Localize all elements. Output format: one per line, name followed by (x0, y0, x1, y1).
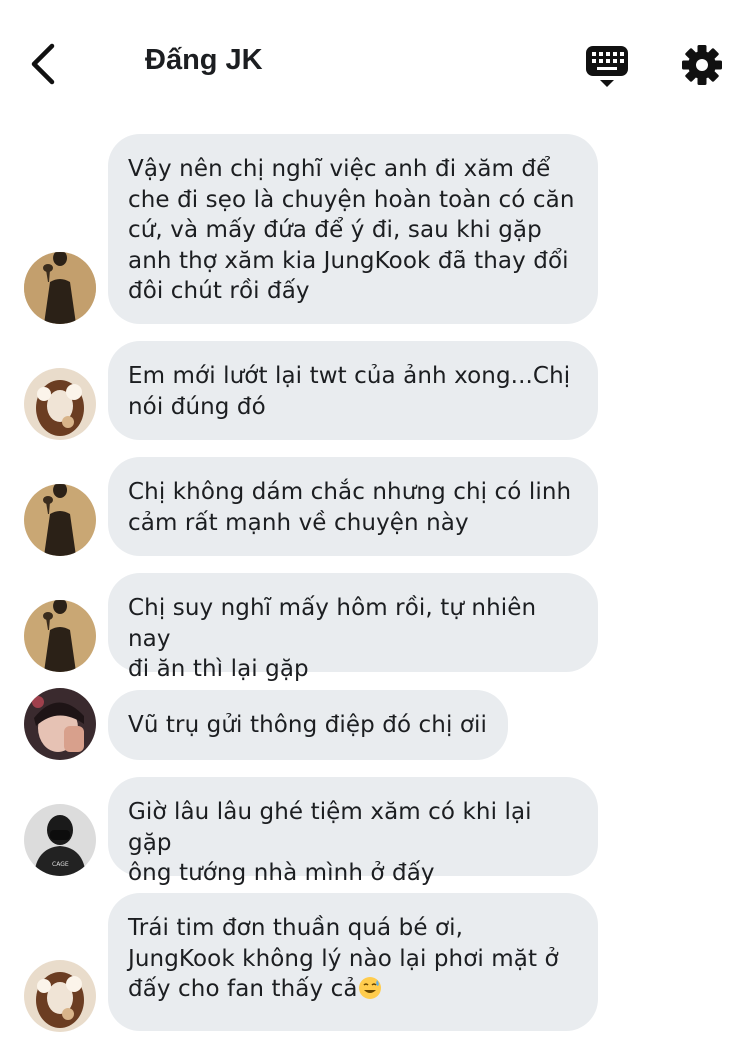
message-bubble[interactable]: Trái tim đơn thuần quá bé ơi, JungKook k… (108, 893, 598, 1031)
sender-avatar[interactable] (24, 960, 96, 1032)
avatar-shadow-glass-image (24, 252, 96, 324)
sender-avatar[interactable]: CAGE (24, 804, 96, 876)
message-text: Chị không dám chắc nhưng chị có linh cảm… (128, 479, 572, 536)
message-text: Em mới lướt lại twt của ảnh xong...Chị n… (128, 363, 571, 420)
message-text: Trái tim đơn thuần quá bé ơi, JungKook k… (128, 913, 578, 1005)
message-bubble[interactable]: Chị suy nghĩ mấy hôm rồi, tự nhiên nay đ… (108, 573, 598, 682)
message-bubble[interactable]: Em mới lướt lại twt của ảnh xong...Chị n… (108, 341, 598, 440)
message-text: Vũ trụ gửi thông điệp đó chị ơii (128, 712, 488, 738)
message-bubble[interactable]: Vậy nên chị nghĩ việc anh đi xăm để che … (108, 134, 598, 324)
svg-text:CAGE: CAGE (52, 861, 69, 868)
avatar-boy-portrait-image (24, 688, 96, 760)
avatar-flower-portrait-image (24, 960, 96, 1032)
avatar-flower-portrait-image (24, 368, 96, 440)
sender-avatar[interactable] (24, 252, 96, 324)
message-bubble[interactable]: Vũ trụ gửi thông điệp đó chị ơii (108, 690, 508, 760)
avatar-shadow-glass-image (24, 600, 96, 672)
sender-avatar[interactable] (24, 484, 96, 556)
message-text: Chị suy nghĩ mấy hôm rồi, tự nhiên nay đ… (128, 595, 537, 682)
sweat-smile-emoji (358, 977, 381, 999)
message-thread[interactable]: Vậy nên chị nghĩ việc anh đi xăm để che … (0, 0, 750, 1045)
avatar-masked-person-image: CAGE (24, 804, 96, 876)
sender-avatar[interactable] (24, 688, 96, 760)
sender-avatar[interactable] (24, 600, 96, 672)
message-text: Giờ lâu lâu ghé tiệm xăm có khi lại gặp … (128, 799, 532, 886)
message-text: Vậy nên chị nghĩ việc anh đi xăm để che … (128, 156, 575, 304)
sender-avatar[interactable] (24, 368, 96, 440)
message-bubble[interactable]: Giờ lâu lâu ghé tiệm xăm có khi lại gặp … (108, 777, 598, 886)
avatar-shadow-glass-image (24, 484, 96, 556)
message-bubble[interactable]: Chị không dám chắc nhưng chị có linh cảm… (108, 457, 598, 556)
message-text-body: Trái tim đơn thuần quá bé ơi, JungKook k… (128, 915, 559, 1002)
